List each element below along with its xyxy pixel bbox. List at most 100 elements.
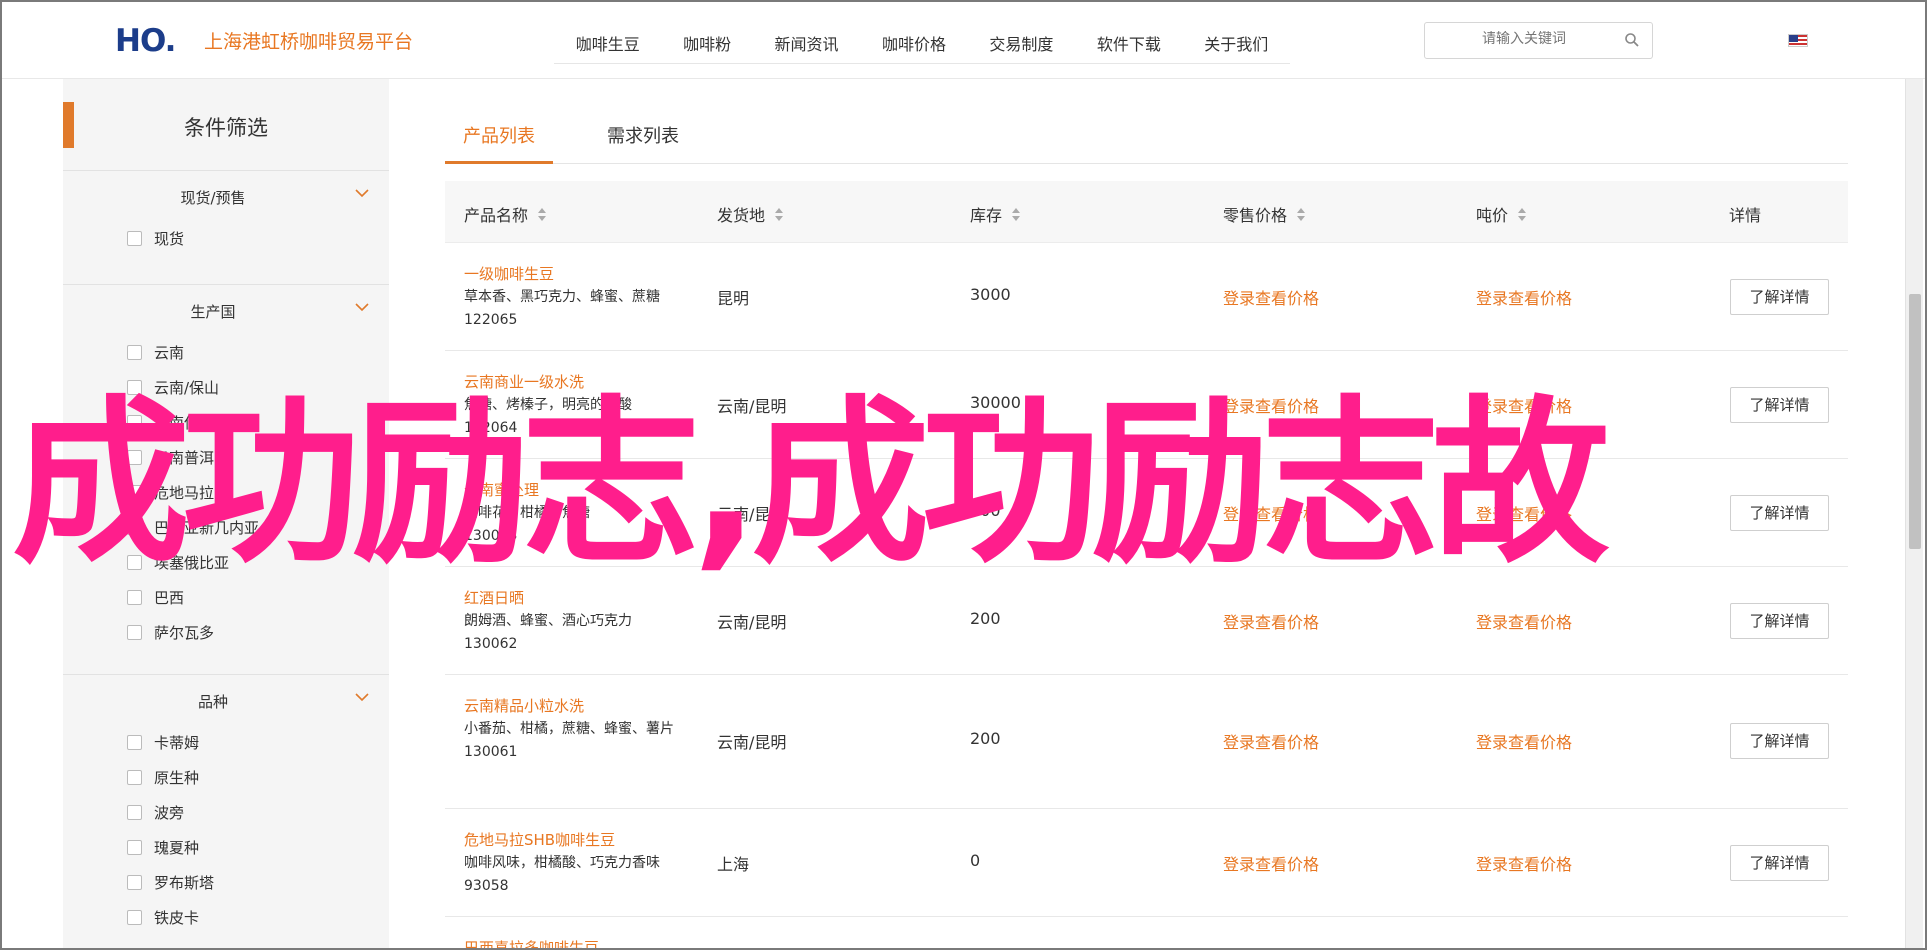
- column-header-retail-price[interactable]: 零售价格: [1223, 202, 1306, 226]
- nav-item-coffee-powder[interactable]: 咖啡粉: [683, 31, 731, 55]
- origin-cell: 云南/昆明: [717, 397, 787, 416]
- checkbox[interactable]: [127, 874, 142, 890]
- ton-price-login-link[interactable]: 登录查看价格: [1476, 393, 1572, 417]
- checkbox[interactable]: [127, 624, 142, 640]
- chevron-down-icon[interactable]: [355, 303, 369, 312]
- search-icon[interactable]: [1624, 32, 1640, 48]
- checkbox[interactable]: [127, 344, 142, 360]
- product-code: 130062: [464, 636, 518, 652]
- detail-button[interactable]: 了解详情: [1730, 279, 1829, 315]
- sort-icon[interactable]: [775, 207, 784, 221]
- product-cell: 云南蜜处理 咖啡花、柑橘、焦糖 130063: [464, 479, 684, 548]
- scrollbar-thumb[interactable]: [1909, 294, 1921, 549]
- filter-option[interactable]: 埃塞俄比亚: [127, 552, 229, 572]
- search-input[interactable]: [1439, 31, 1609, 47]
- search-box[interactable]: [1424, 22, 1653, 59]
- checkbox[interactable]: [127, 379, 142, 395]
- filter-option[interactable]: 危地马拉: [127, 482, 214, 502]
- filter-group-title[interactable]: 生产国: [63, 301, 363, 322]
- nav-item-green-beans[interactable]: 咖啡生豆: [576, 31, 640, 55]
- detail-button[interactable]: 了解详情: [1730, 495, 1829, 531]
- nav-item-news[interactable]: 新闻资讯: [775, 31, 839, 55]
- detail-button[interactable]: 了解详情: [1730, 723, 1829, 759]
- filter-option[interactable]: 萨尔瓦多: [127, 622, 214, 642]
- tab-product-list[interactable]: 产品列表: [463, 122, 535, 148]
- product-name-link[interactable]: 云南精品小粒水洗: [464, 695, 684, 718]
- filter-option[interactable]: 卡蒂姆: [127, 732, 199, 752]
- nav-item-about-us[interactable]: 关于我们: [1204, 31, 1268, 55]
- filter-group-title[interactable]: 品种: [63, 691, 363, 712]
- ton-price-login-link[interactable]: 登录查看价格: [1476, 729, 1572, 753]
- product-name-link[interactable]: 巴西喜拉多咖啡生豆: [464, 937, 684, 948]
- detail-button[interactable]: 了解详情: [1730, 387, 1829, 423]
- table-row: 云南精品小粒水洗 小番茄、柑橘，蔗糖、蜂蜜、薯片 130061 云南/昆明 20…: [445, 675, 1848, 809]
- us-flag-icon[interactable]: [1788, 34, 1808, 47]
- product-code: 122065: [464, 312, 518, 328]
- checkbox[interactable]: [127, 484, 142, 500]
- page-scrollbar[interactable]: [1905, 79, 1923, 948]
- ton-price-login-link[interactable]: 登录查看价格: [1476, 501, 1572, 525]
- chevron-down-icon[interactable]: [355, 693, 369, 702]
- checkbox[interactable]: [127, 769, 142, 785]
- checkbox[interactable]: [127, 909, 142, 925]
- nav-item-software-download[interactable]: 软件下载: [1097, 31, 1161, 55]
- filter-option[interactable]: 云南保山: [127, 412, 214, 432]
- chevron-down-icon[interactable]: [355, 189, 369, 198]
- detail-button[interactable]: 了解详情: [1730, 845, 1829, 881]
- retail-price-login-link[interactable]: 登录查看价格: [1223, 501, 1319, 525]
- tab-demand-list[interactable]: 需求列表: [607, 122, 679, 148]
- checkbox[interactable]: [127, 519, 142, 535]
- filter-option[interactable]: 云南/保山: [127, 377, 219, 397]
- ton-price-login-link[interactable]: 登录查看价格: [1476, 609, 1572, 633]
- site-logo[interactable]: HO.: [115, 23, 176, 59]
- checkbox[interactable]: [127, 449, 142, 465]
- column-header-stock[interactable]: 库存: [970, 202, 1021, 226]
- filter-group-availability: 现货/预售 现货: [63, 171, 389, 285]
- ton-price-login-link[interactable]: 登录查看价格: [1476, 851, 1572, 875]
- column-header-origin[interactable]: 发货地: [717, 202, 784, 226]
- retail-price-login-link[interactable]: 登录查看价格: [1223, 851, 1319, 875]
- checkbox[interactable]: [127, 734, 142, 750]
- product-name-link[interactable]: 红酒日晒: [464, 587, 684, 610]
- checkbox[interactable]: [127, 589, 142, 605]
- filter-option[interactable]: 巴布亚新几内亚: [127, 517, 259, 537]
- sort-icon[interactable]: [538, 207, 547, 221]
- origin-cell: 昆明: [717, 289, 750, 308]
- nav-item-coffee-price[interactable]: 咖啡价格: [882, 31, 946, 55]
- ton-price-login-link[interactable]: 登录查看价格: [1476, 285, 1572, 309]
- filter-option[interactable]: 波旁: [127, 802, 184, 822]
- filter-option[interactable]: 铁皮卡: [127, 907, 199, 927]
- sort-icon[interactable]: [1297, 207, 1306, 221]
- site-title[interactable]: 上海港虹桥咖啡贸易平台: [204, 27, 413, 54]
- filter-group-title[interactable]: 现货/预售: [63, 187, 363, 208]
- product-name-link[interactable]: 云南商业一级水洗: [464, 371, 684, 394]
- product-name-link[interactable]: 云南蜜处理: [464, 479, 684, 502]
- checkbox[interactable]: [127, 230, 142, 246]
- sort-icon[interactable]: [1012, 207, 1021, 221]
- checkbox[interactable]: [127, 804, 142, 820]
- retail-price-login-link[interactable]: 登录查看价格: [1223, 393, 1319, 417]
- nav-item-trade-rules[interactable]: 交易制度: [989, 31, 1053, 55]
- column-header-name[interactable]: 产品名称: [464, 202, 547, 226]
- filter-option[interactable]: 现货: [127, 228, 184, 248]
- table-row: 云南蜜处理 咖啡花、柑橘、焦糖 130063 云南/昆明 200 登录查看价格 …: [445, 459, 1848, 567]
- retail-price-login-link[interactable]: 登录查看价格: [1223, 609, 1319, 633]
- checkbox[interactable]: [127, 839, 142, 855]
- detail-button[interactable]: 了解详情: [1730, 603, 1829, 639]
- filter-option[interactable]: 云南普洱: [127, 447, 214, 467]
- retail-price-login-link[interactable]: 登录查看价格: [1223, 285, 1319, 309]
- filter-option[interactable]: 瑰夏种: [127, 837, 199, 857]
- checkbox[interactable]: [127, 554, 142, 570]
- checkbox[interactable]: [127, 414, 142, 430]
- filter-option[interactable]: 原生种: [127, 767, 199, 787]
- sort-icon[interactable]: [1518, 207, 1527, 221]
- filter-option[interactable]: 巴西: [127, 587, 184, 607]
- product-name-link[interactable]: 危地马拉SHB咖啡生豆: [464, 829, 684, 852]
- filter-option[interactable]: 罗布斯塔: [127, 872, 214, 892]
- filter-option[interactable]: 云南: [127, 342, 184, 362]
- product-cell: 巴西喜拉多咖啡生豆: [464, 937, 684, 948]
- product-name-link[interactable]: 一级咖啡生豆: [464, 263, 684, 286]
- product-cell: 危地马拉SHB咖啡生豆 咖啡风味，柑橘酸、巧克力香味 93058: [464, 829, 684, 898]
- retail-price-login-link[interactable]: 登录查看价格: [1223, 729, 1319, 753]
- column-header-ton-price[interactable]: 吨价: [1476, 202, 1527, 226]
